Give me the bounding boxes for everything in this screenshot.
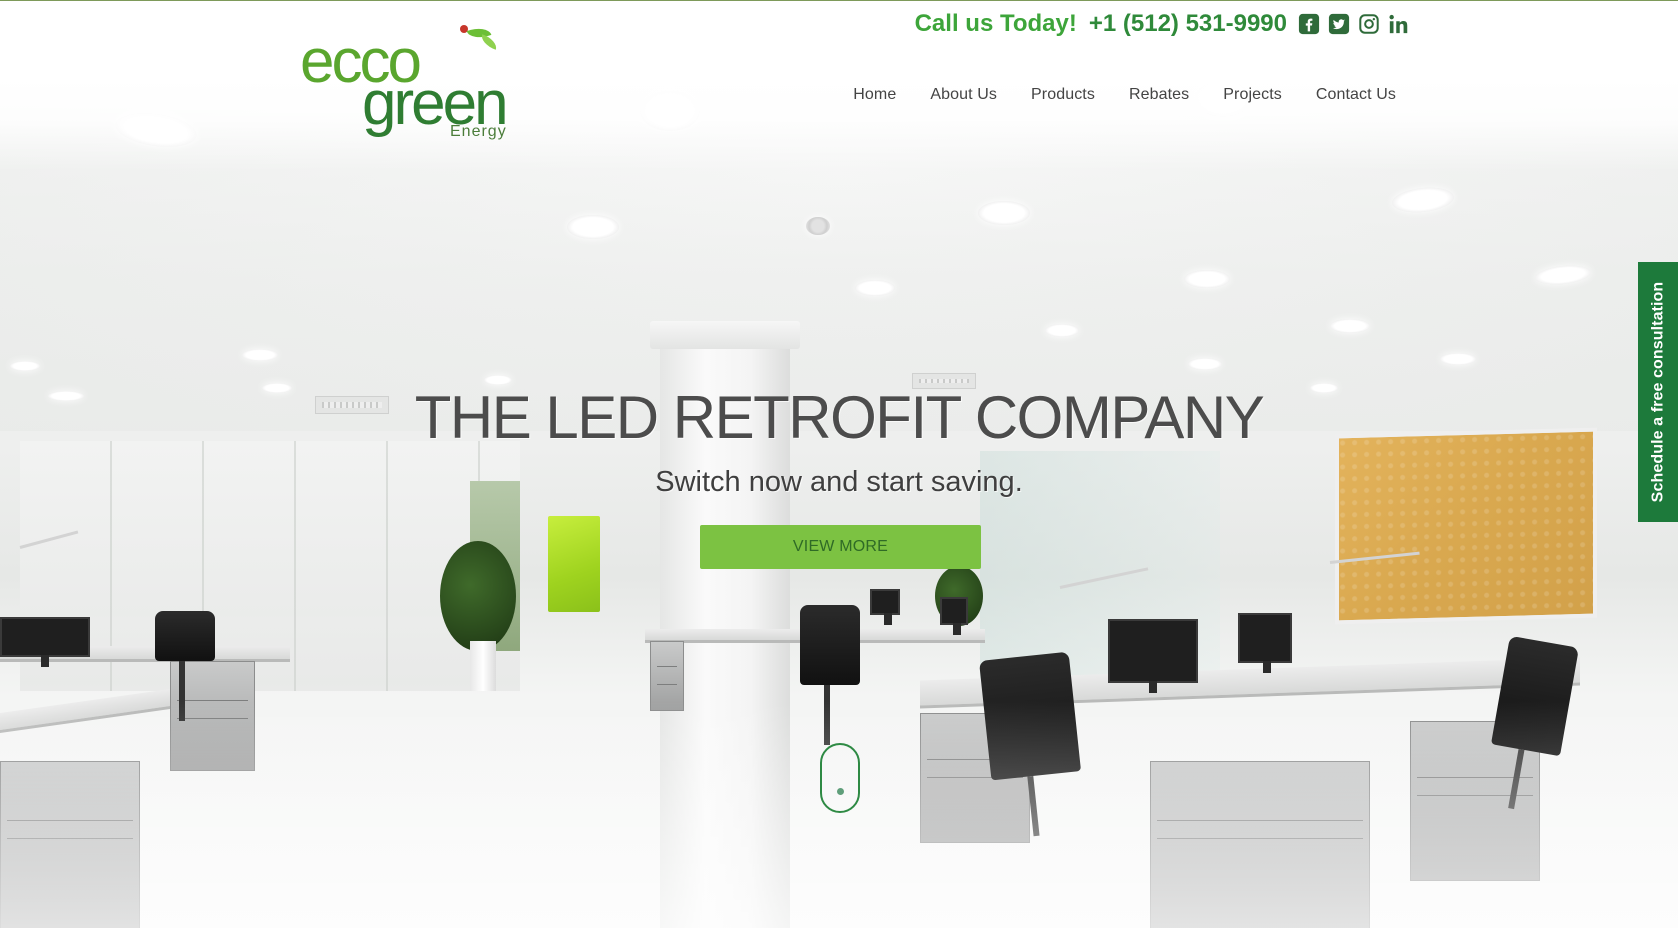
twitter-icon[interactable]	[1327, 12, 1351, 36]
nav-home[interactable]: Home	[853, 86, 896, 104]
hero-title: THE LED RETROFIT COMPANY	[414, 384, 1265, 451]
nav-products[interactable]: Products	[1031, 86, 1095, 104]
hero-subtitle: Switch now and start saving.	[655, 466, 1023, 498]
linkedin-icon[interactable]	[1387, 12, 1411, 36]
logo-word-energy: Energy	[450, 123, 507, 140]
nav-rebates[interactable]: Rebates	[1129, 86, 1189, 104]
header-backdrop	[0, 1, 1678, 171]
scroll-down-indicator[interactable]	[820, 743, 860, 813]
main-navigation: Home About Us Products Rebates Projects …	[853, 86, 1396, 104]
site-logo[interactable]: ecco green Energy	[300, 23, 530, 141]
schedule-consultation-label: Schedule a free consultation	[1649, 281, 1667, 503]
schedule-consultation-tab[interactable]: Schedule a free consultation	[1638, 262, 1678, 522]
nav-contact-us[interactable]: Contact Us	[1316, 86, 1396, 104]
facebook-icon[interactable]	[1297, 12, 1321, 36]
scroll-dot-icon	[837, 788, 844, 795]
leaf-icon	[478, 34, 500, 50]
phone-number-link[interactable]: +1 (512) 531-9990	[1089, 10, 1287, 38]
nav-about-us[interactable]: About Us	[930, 86, 997, 104]
call-us-label: Call us Today!	[914, 10, 1077, 37]
contact-bar: Call us Today! +1 (512) 531-9990	[915, 7, 1411, 41]
view-more-button[interactable]: VIEW MORE	[700, 525, 981, 569]
nav-projects[interactable]: Projects	[1223, 86, 1282, 104]
instagram-icon[interactable]	[1357, 12, 1381, 36]
